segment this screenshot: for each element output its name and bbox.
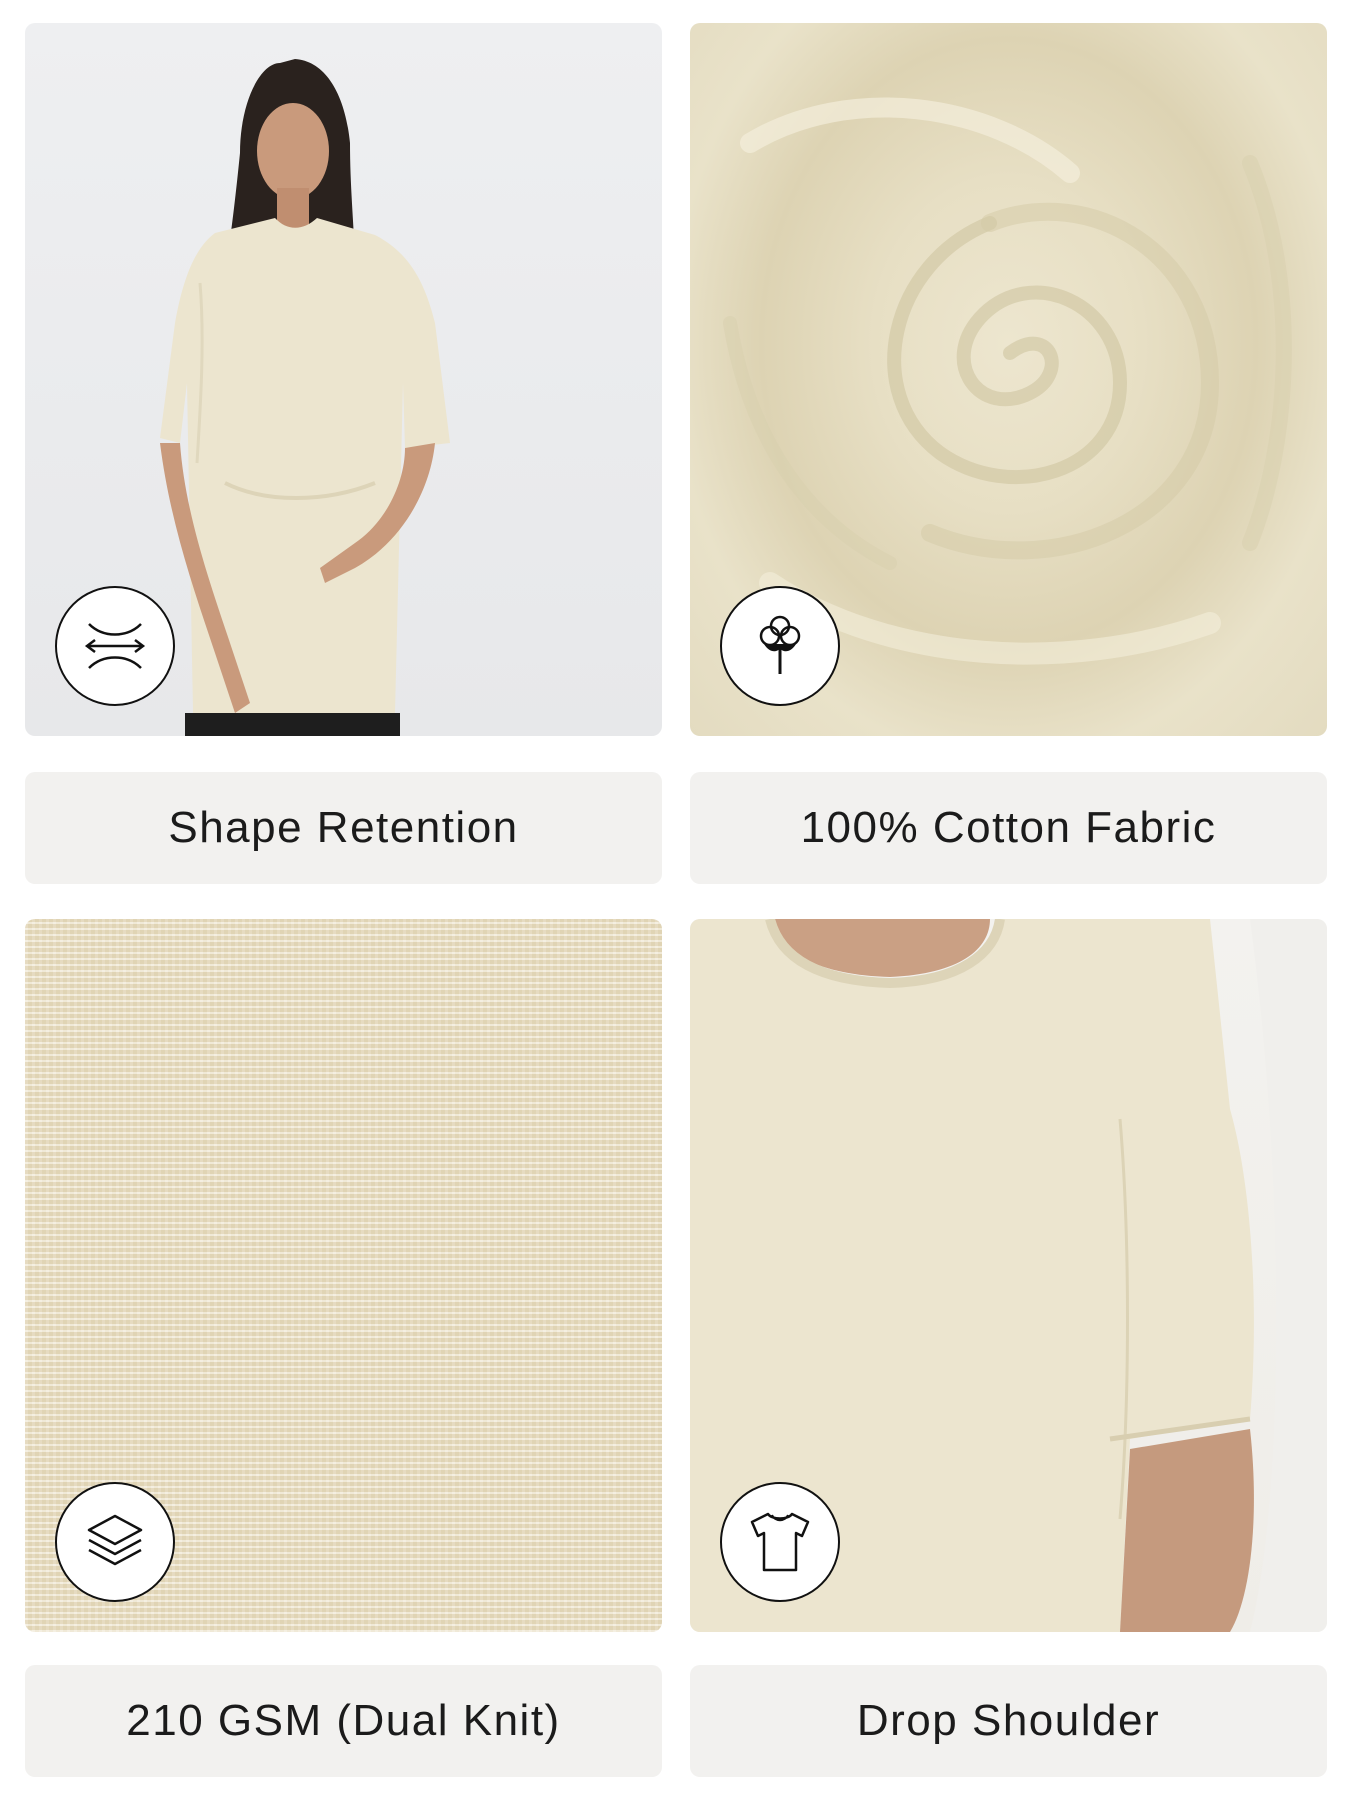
feature-label-gsm: 210 GSM (Dual Knit) <box>25 1665 662 1777</box>
layers-icon <box>87 1514 143 1566</box>
drop-shoulder-badge <box>720 1482 840 1602</box>
feature-grid: Shape Retention 100% Cotton Fabric 210 G… <box>0 0 1350 1800</box>
cotton-flower-icon <box>759 615 801 674</box>
feature-label-text: 210 GSM (Dual Knit) <box>126 1696 561 1745</box>
model-photo-card <box>25 23 662 736</box>
cotton-badge <box>720 586 840 706</box>
gsm-badge <box>55 1482 175 1602</box>
feature-label-text: 100% Cotton Fabric <box>800 803 1217 852</box>
shape-retention-badge <box>55 586 175 706</box>
feature-label-shape-retention: Shape Retention <box>25 772 662 884</box>
fabric-swirl-card <box>690 23 1327 736</box>
feature-label-text: Shape Retention <box>168 803 519 852</box>
tshirt-icon <box>750 1512 810 1572</box>
feature-label-cotton: 100% Cotton Fabric <box>690 772 1327 884</box>
shoulder-closeup-card <box>690 919 1327 1632</box>
stretch-arrows-icon <box>84 623 146 669</box>
knit-texture-card <box>25 919 662 1632</box>
feature-label-drop-shoulder: Drop Shoulder <box>690 1665 1327 1777</box>
feature-label-text: Drop Shoulder <box>856 1696 1161 1745</box>
